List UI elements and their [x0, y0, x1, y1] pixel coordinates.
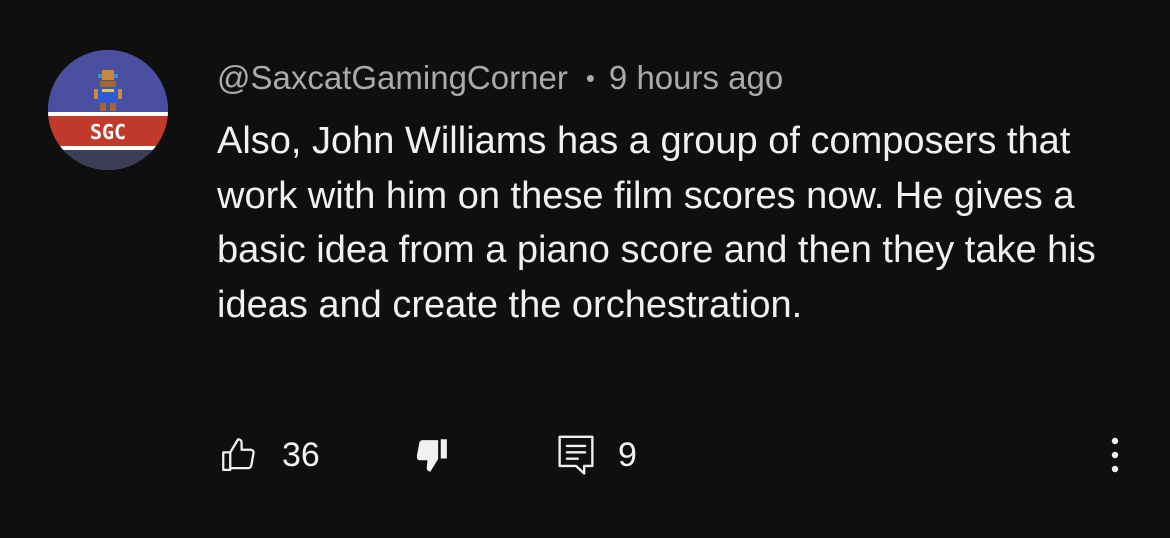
- like-count: 36: [282, 435, 320, 474]
- more-options-button[interactable]: [1100, 430, 1130, 480]
- reply-icon: [556, 433, 596, 477]
- comment-actions: 36 9: [0, 430, 1170, 480]
- separator-dot: •: [585, 62, 595, 93]
- thumbs-up-icon: [218, 434, 260, 476]
- more-vertical-icon: [1100, 433, 1130, 477]
- avatar-image: SGC: [48, 50, 168, 170]
- reply-count: 9: [618, 435, 637, 474]
- thumbs-down-icon: [411, 434, 453, 476]
- reply-button[interactable]: 9: [556, 430, 637, 480]
- comment-header: @SaxcatGamingCorner • 9 hours ago: [217, 56, 783, 100]
- avatar[interactable]: SGC: [48, 50, 168, 170]
- comment-timestamp[interactable]: 9 hours ago: [609, 59, 783, 97]
- avatar-badge-text: SGC: [90, 120, 126, 144]
- comment-card: SGC @SaxcatGamingCorner • 9 hours ago Al…: [0, 0, 1170, 538]
- like-button[interactable]: 36: [218, 430, 320, 480]
- comment-text: Also, John Williams has a group of compo…: [217, 120, 1096, 326]
- dislike-button[interactable]: [411, 430, 453, 480]
- author-name[interactable]: @SaxcatGamingCorner: [217, 59, 568, 97]
